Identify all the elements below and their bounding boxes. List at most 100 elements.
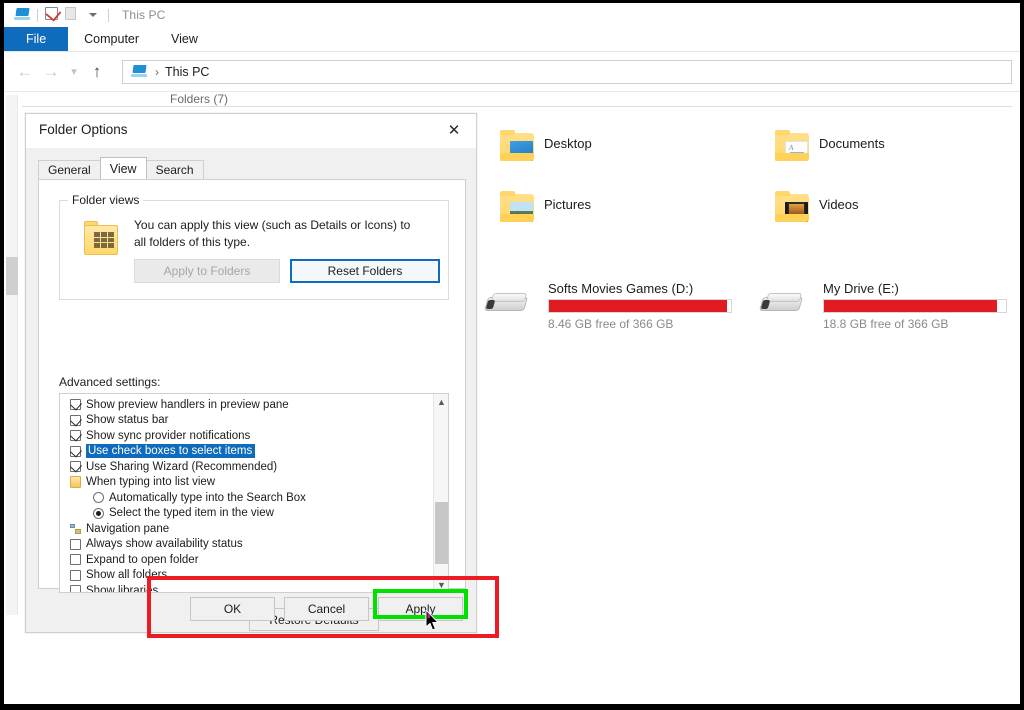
list-item[interactable]: Automatically type into the Search Box	[60, 490, 448, 506]
list-item[interactable]: Pictures	[492, 188, 742, 234]
list-item[interactable]: Desktop	[492, 127, 742, 173]
breadcrumb: This PC	[165, 65, 210, 79]
list-item[interactable]: Show preview handlers in preview pane	[60, 397, 448, 413]
drive-name: Softs Movies Games (D:)	[548, 281, 694, 296]
list-item[interactable]: Softs Movies Games (D:) 8.46 GB free of …	[482, 281, 802, 337]
drive-free-space: 8.46 GB free of 366 GB	[548, 317, 674, 331]
tab-file[interactable]: File	[4, 27, 69, 51]
apply-button[interactable]: Apply	[378, 597, 463, 621]
list-item-label: Pictures	[544, 197, 591, 212]
reset-folders-button[interactable]: Reset Folders	[290, 259, 440, 283]
toolbar-divider-2	[108, 8, 109, 22]
breadcrumb-separator: ›	[155, 65, 159, 79]
drive-name: My Drive (E:)	[823, 281, 899, 296]
drive-free-space: 18.8 GB free of 366 GB	[823, 317, 949, 331]
tab-view[interactable]: View	[155, 27, 214, 51]
advanced-settings-list[interactable]: Show preview handlers in preview pane Sh…	[59, 393, 449, 593]
checkbox-icon[interactable]	[70, 399, 81, 411]
file-explorer-window: This PC File Computer View ← → ▾ ↑ › Thi…	[4, 3, 1020, 704]
checkbox-icon[interactable]	[70, 414, 81, 426]
list-item[interactable]: Videos	[767, 188, 1017, 234]
list-item[interactable]: Always show availability status	[60, 537, 448, 553]
list-item-label: Show sync provider notifications	[86, 429, 251, 442]
checkbox-icon[interactable]	[70, 569, 81, 581]
toolbar-divider	[37, 8, 38, 22]
folder-views-description: You can apply this view (such as Details…	[134, 218, 411, 249]
drive-capacity-fill	[824, 300, 997, 312]
up-arrow-icon[interactable]: ↑	[84, 63, 110, 80]
list-item[interactable]: Expand to open folder	[60, 552, 448, 568]
hard-drive-icon	[483, 293, 529, 315]
screenshot-root: This PC File Computer View ← → ▾ ↑ › Thi…	[0, 0, 1024, 710]
folder-documents-icon: A	[767, 127, 815, 171]
typing-category-icon	[70, 476, 81, 489]
navigation-pane-scrollbar[interactable]	[6, 95, 18, 615]
close-icon[interactable]: ✕	[432, 114, 476, 146]
address-bar[interactable]: › This PC	[122, 60, 1012, 84]
checkbox-icon[interactable]	[70, 445, 81, 457]
list-item-label: Always show availability status	[86, 538, 243, 551]
scroll-up-icon[interactable]: ▲	[434, 394, 448, 409]
folder-view-icon	[82, 221, 122, 257]
list-item-label: Use Sharing Wizard (Recommended)	[86, 460, 278, 473]
navigation-pane	[4, 95, 22, 615]
list-item[interactable]: Show all folders	[60, 568, 448, 584]
dialog-footer: OK Cancel Apply	[26, 586, 476, 632]
list-item-label: Show all folders	[86, 569, 168, 582]
list-item-label: Navigation pane	[86, 522, 170, 535]
list-item[interactable]: Show status bar	[60, 413, 448, 429]
list-item[interactable]: A Documents	[767, 127, 1017, 173]
folder-videos-icon	[767, 188, 815, 232]
scrollbar-thumb[interactable]	[435, 502, 448, 564]
list-item[interactable]: Use Sharing Wizard (Recommended)	[60, 459, 448, 475]
radio-icon[interactable]	[93, 507, 104, 519]
radio-icon[interactable]	[93, 492, 104, 504]
chevron-down-icon[interactable]	[85, 7, 101, 23]
list-item-label: When typing into list view	[86, 476, 216, 489]
list-item-category: Navigation pane	[60, 521, 448, 537]
address-this-pc-icon	[131, 64, 147, 80]
folders-group-rule	[22, 106, 1012, 107]
checkbox-icon[interactable]	[70, 538, 81, 550]
title-bar: This PC	[4, 3, 1020, 27]
navigation-pane-category-icon	[70, 523, 81, 535]
list-item[interactable]: Select the typed item in the view	[60, 506, 448, 522]
list-item[interactable]: Show sync provider notifications	[60, 428, 448, 444]
tab-search[interactable]: Search	[145, 160, 204, 179]
ribbon-tabs: File Computer View	[4, 27, 1020, 51]
properties-checkbox-icon[interactable]	[45, 7, 61, 23]
list-item-label: Show status bar	[86, 414, 169, 427]
tab-computer[interactable]: Computer	[68, 27, 155, 51]
cancel-button[interactable]: Cancel	[284, 597, 369, 621]
folder-options-dialog: Folder Options ✕ General View Search Fol…	[25, 113, 477, 633]
dialog-title-bar: Folder Options ✕	[26, 114, 476, 148]
list-item[interactable]: My Drive (E:) 18.8 GB free of 366 GB	[757, 281, 1020, 337]
hard-drive-icon	[758, 293, 804, 315]
checkbox-icon[interactable]	[70, 554, 81, 566]
new-folder-icon[interactable]	[65, 7, 81, 23]
navigation-pane-scrollbar-thumb[interactable]	[6, 257, 18, 295]
list-item-selected[interactable]: Use check boxes to select items	[60, 444, 448, 460]
dialog-tabs: General View Search	[38, 157, 466, 179]
apply-to-folders-button[interactable]: Apply to Folders	[134, 259, 280, 283]
folder-views-legend: Folder views	[68, 193, 144, 207]
tab-view[interactable]: View	[99, 157, 147, 179]
checkbox-icon[interactable]	[70, 461, 81, 473]
list-item-label: Show preview handlers in preview pane	[86, 398, 289, 411]
checkbox-icon[interactable]	[70, 430, 81, 442]
folder-pictures-icon	[492, 188, 540, 232]
dialog-body: Folder views You can apply this view (su…	[38, 179, 466, 631]
tab-general[interactable]: General	[38, 160, 101, 179]
folders-group-header: Folders (7)	[170, 92, 229, 106]
advanced-settings-scrollbar[interactable]: ▲ ▼	[433, 394, 448, 592]
forward-arrow-icon[interactable]: →	[38, 63, 64, 80]
list-item-label: Select the typed item in the view	[109, 507, 274, 520]
dialog-title: Folder Options	[39, 122, 128, 137]
list-item-label: Expand to open folder	[86, 553, 199, 566]
recent-locations-icon[interactable]: ▾	[64, 65, 84, 78]
drive-capacity-bar	[823, 299, 1007, 313]
list-item-label: Videos	[819, 197, 859, 212]
back-arrow-icon[interactable]: ←	[12, 63, 38, 80]
list-item-label: Use check boxes to select items	[86, 444, 256, 459]
ok-button[interactable]: OK	[190, 597, 275, 621]
